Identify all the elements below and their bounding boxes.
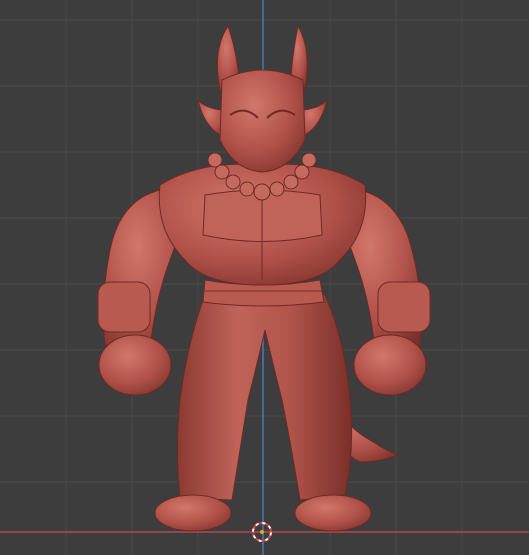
3d-viewport[interactable]: [0, 0, 529, 555]
3d-cursor-icon[interactable]: [0, 0, 529, 555]
